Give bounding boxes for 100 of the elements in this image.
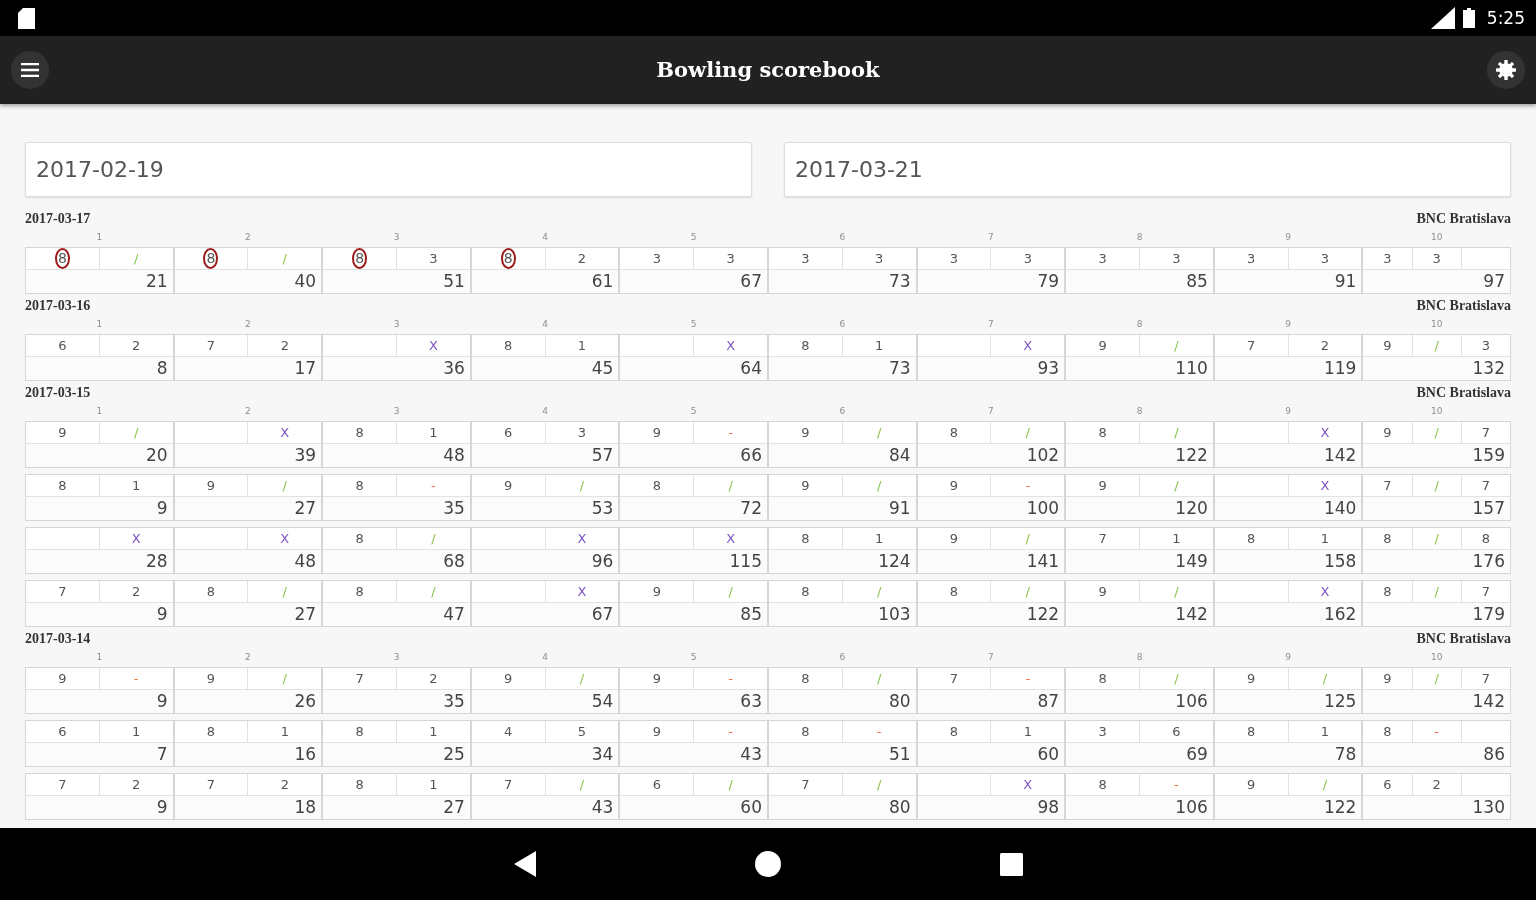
roll-cell: 3 (1461, 335, 1510, 356)
score-cell-text: 103 (877, 603, 912, 626)
score-cell-text: 122 (1025, 603, 1061, 626)
frame-number: 4 (542, 319, 548, 329)
score-cell-text: 96 (590, 550, 615, 573)
roll-cell: 3 (991, 248, 1065, 269)
back-icon[interactable] (513, 851, 536, 877)
score-cell-text: 27 (293, 497, 318, 520)
frame-number: 9 (1285, 652, 1291, 662)
roll-cell: - (991, 668, 1065, 689)
roll-cell: / (1288, 774, 1362, 795)
circled-roll: 8 (500, 248, 516, 269)
score-cell-text: 68 (442, 550, 466, 573)
roll-cell: 8 (917, 422, 992, 443)
roll-cell: - (99, 668, 173, 689)
roll-cell: / (248, 581, 322, 602)
score-cell-text: 106 (1174, 796, 1209, 819)
roll-cell: 7 (1461, 475, 1510, 496)
frame-number: 8 (1136, 232, 1143, 242)
roll-cell: / (1140, 668, 1213, 689)
roll-cell: 3 (1140, 248, 1213, 269)
roll-cell: 1 (1288, 528, 1362, 549)
roll-cell: 2 (1288, 335, 1362, 356)
score-cell-text: 125 (1322, 690, 1358, 713)
roll-cell: / (842, 668, 916, 689)
roll-cell: 8 (1363, 581, 1413, 602)
score-cell-text: 141 (1025, 550, 1061, 573)
score-cell-text: 53 (590, 497, 615, 520)
roll-cell: 3 (917, 248, 992, 269)
score-cell-text: 34 (590, 743, 615, 766)
score-cell-text: 142 (1322, 444, 1358, 467)
frame-number: 10 (1430, 652, 1443, 662)
date-field[interactable]: 2017-03-21 (784, 142, 1511, 197)
roll-cell: 6 (471, 422, 546, 443)
circled-roll: 8 (352, 248, 368, 269)
roll-cell: / (991, 422, 1065, 443)
roll-cell: 9 (620, 581, 695, 602)
roll-cell: / (397, 581, 470, 602)
roll-cell: 8 (1363, 528, 1413, 549)
frame-number: 7 (988, 232, 994, 242)
roll-cell: 7 (1066, 528, 1140, 549)
settings-icon (1496, 60, 1516, 80)
roll-cell: - (694, 721, 767, 742)
score-cell-text: 9 (155, 497, 169, 520)
recent-apps-icon[interactable] (999, 852, 1023, 876)
score-cell-text: 35 (442, 690, 466, 713)
roll-cell: 1 (545, 335, 619, 356)
roll-cell: 8 (323, 475, 397, 496)
score-cell-text: 27 (293, 603, 318, 626)
roll-cell: 1 (842, 528, 916, 549)
roll-cell: / (1412, 422, 1462, 443)
roll-cell: X (694, 335, 767, 356)
score-cell-text: 115 (728, 550, 763, 573)
roll-cell: 7 (1461, 422, 1510, 443)
roll-cell: 1 (397, 422, 470, 443)
roll-cell: 9 (769, 422, 843, 443)
roll-cell: 8 (323, 721, 397, 742)
roll-cell: X (991, 335, 1065, 356)
frame-number: 3 (393, 319, 400, 329)
score-cell-text: 158 (1322, 550, 1358, 573)
roll-cell: 9 (620, 721, 695, 742)
roll-cell: / (545, 774, 619, 795)
frame-number: 9 (1285, 232, 1291, 242)
frame-number: 5 (690, 232, 697, 242)
score-cell-text: 64 (739, 357, 763, 380)
score-cell-text: 149 (1174, 550, 1209, 573)
roll-cell: 9 (471, 475, 546, 496)
frame-number: 7 (988, 652, 994, 662)
roll-cell: 9 (620, 668, 695, 689)
score-cell-text: 60 (1036, 743, 1061, 766)
roll-cell: 1 (99, 475, 173, 496)
score-cell-text: 179 (1471, 603, 1506, 626)
roll-cell: 1 (842, 335, 916, 356)
menu-button[interactable] (11, 51, 49, 89)
roll-cell: 9 (1066, 335, 1140, 356)
score-cell-text: 73 (887, 357, 912, 380)
frame-number: 6 (839, 406, 846, 416)
roll-cell: 2 (545, 248, 619, 269)
signal-icon (1430, 7, 1455, 29)
frame-number: 8 (1136, 319, 1143, 329)
score-cell-text: 67 (739, 270, 763, 293)
session-date: 2017-03-16 (25, 297, 91, 315)
settings-button[interactable] (1487, 51, 1525, 89)
date-field[interactable]: 2017-02-19 (25, 142, 752, 197)
roll-cell: 7 (1214, 335, 1289, 356)
score-cell-text: 100 (1025, 497, 1061, 520)
roll-cell: 8 (323, 774, 397, 795)
roll-cell: 9 (769, 475, 843, 496)
frame-number: 10 (1430, 406, 1443, 416)
home-icon[interactable] (754, 851, 781, 877)
frame-number: 8 (1136, 652, 1143, 662)
roll-cell: 8 (769, 528, 843, 549)
roll-cell: 7 (174, 774, 249, 795)
score-cell-text: 17 (293, 357, 318, 380)
score-cell-text: 9 (155, 603, 169, 626)
frame-number: 4 (542, 232, 548, 242)
roll-cell: 1 (248, 721, 322, 742)
roll-cell: - (842, 721, 916, 742)
frame-number: 4 (542, 652, 548, 662)
roll-cell: 6 (26, 335, 100, 356)
